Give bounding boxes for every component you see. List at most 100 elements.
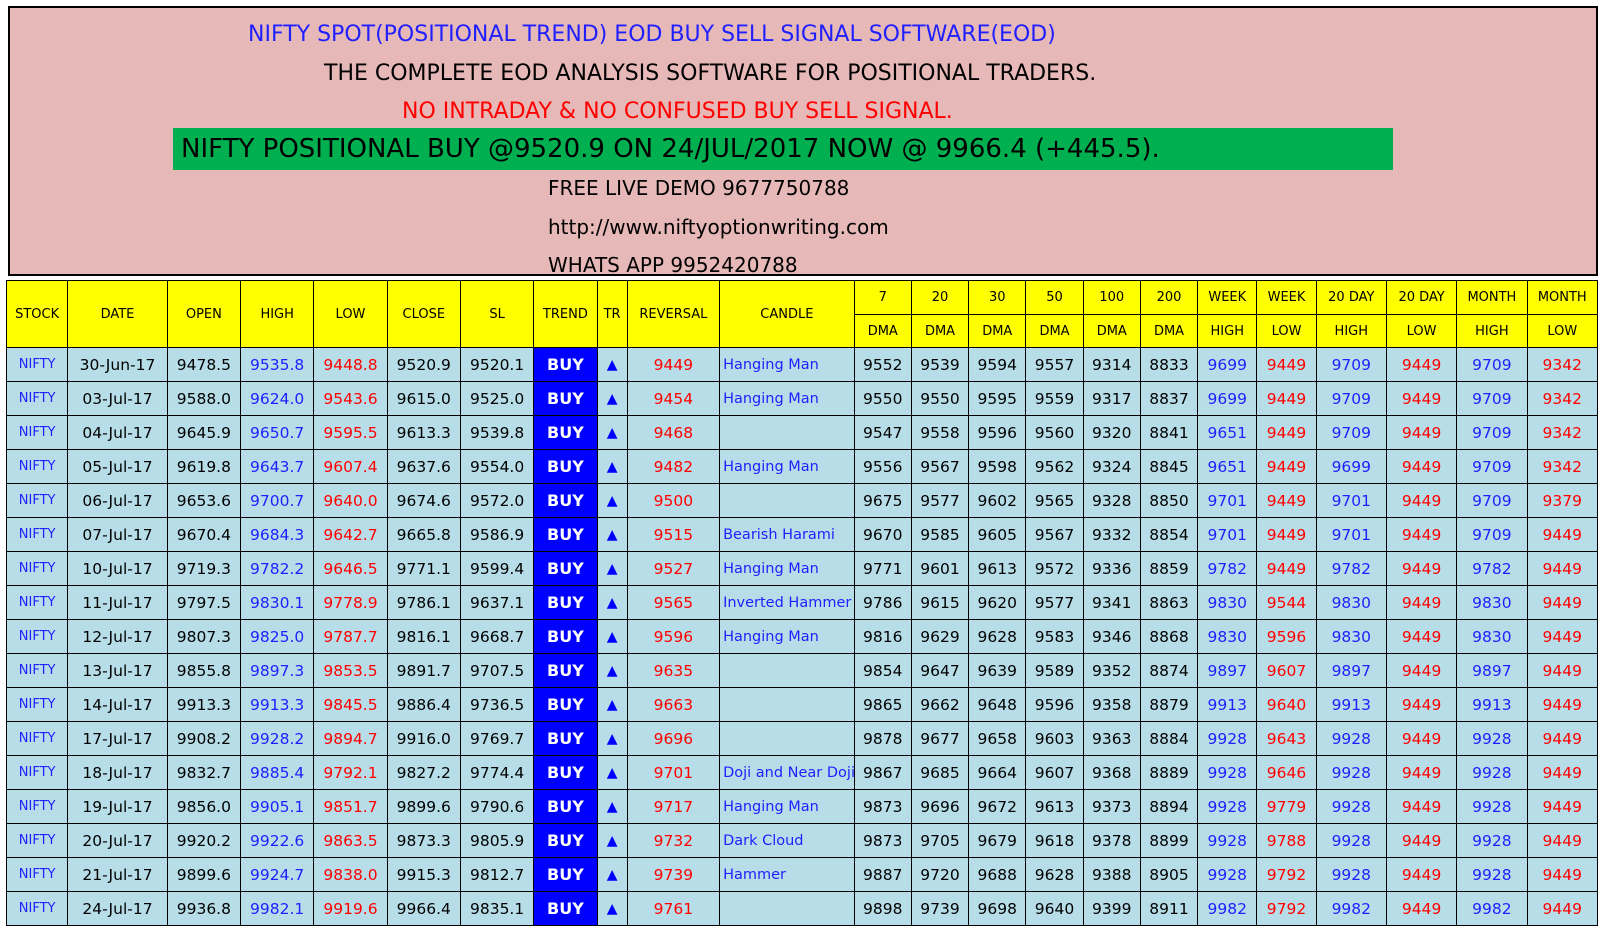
- cell-sl: 9774.4: [459, 755, 535, 790]
- cell-tr-arrow: ▲: [596, 585, 628, 620]
- cell-date: 30-Jun-17: [67, 347, 168, 382]
- cell-month-high: 9928: [1456, 755, 1528, 790]
- cell-dma200: 8833: [1139, 347, 1199, 382]
- cell-month-low: 9449: [1526, 653, 1599, 688]
- cell-dma30: 9620: [968, 585, 1027, 620]
- cell-date: 24-Jul-17: [67, 891, 168, 926]
- cell-tr-arrow: ▲: [596, 721, 628, 756]
- cell-sl: 9520.1: [459, 347, 535, 382]
- cell-month-high: 9709: [1456, 483, 1528, 518]
- cell-close: 9816.1: [386, 619, 461, 654]
- cell-dma7: 9854: [853, 653, 912, 688]
- cell-dma7: 9786: [853, 585, 912, 620]
- cell-sl: 9539.8: [459, 415, 535, 450]
- cell-stock: NIFTY: [5, 381, 69, 416]
- cell-month-low: 9449: [1526, 721, 1599, 756]
- cell-dma200: 8894: [1139, 789, 1199, 824]
- cell-sl: 9707.5: [459, 653, 535, 688]
- col-month-high-top: MONTH: [1456, 280, 1528, 315]
- cell-stock: NIFTY: [5, 585, 69, 620]
- cell-dma100: 9373: [1082, 789, 1141, 824]
- cell-close: 9827.2: [386, 755, 461, 790]
- cell-stock: NIFTY: [5, 823, 69, 858]
- cell-tr-arrow: ▲: [596, 755, 628, 790]
- cell-sl: 9805.9: [459, 823, 535, 858]
- cell-dma7: 9771: [853, 551, 912, 586]
- cell-week-high: 9928: [1197, 755, 1258, 790]
- cell-week-low: 9792: [1256, 891, 1317, 926]
- cell-month-high: 9709: [1456, 347, 1528, 382]
- cell-20day-low: 9449: [1385, 585, 1458, 620]
- cell-dma50: 9572: [1025, 551, 1084, 586]
- cell-close: 9916.0: [386, 721, 461, 756]
- cell-sl: 9599.4: [459, 551, 535, 586]
- cell-dma200: 8868: [1139, 619, 1199, 654]
- cell-trend: BUY: [533, 619, 598, 654]
- col-dma7-top: 7: [853, 280, 912, 315]
- cell-high: 9535.8: [240, 347, 315, 382]
- col-stock: STOCK: [5, 280, 69, 348]
- cell-dma30: 9664: [968, 755, 1027, 790]
- cell-low: 9642.7: [313, 517, 388, 552]
- cell-reversal: 9449: [626, 347, 721, 382]
- cell-dma50: 9562: [1025, 449, 1084, 484]
- cell-reversal: 9696: [626, 721, 721, 756]
- cell-dma100: 9368: [1082, 755, 1141, 790]
- cell-dma100: 9388: [1082, 857, 1141, 892]
- table-row: NIFTY 06-Jul-17 9653.6 9700.7 9640.0 9674.6 95…: [5, 483, 1599, 518]
- cell-month-high: 9982: [1456, 891, 1528, 926]
- cell-stock: NIFTY: [5, 891, 69, 926]
- cell-20day-high: 9782: [1315, 551, 1387, 586]
- cell-tr-arrow: ▲: [596, 449, 628, 484]
- table-row: NIFTY 21-Jul-17 9899.6 9924.7 9838.0 9915.3 98…: [5, 857, 1599, 892]
- cell-week-low: 9449: [1256, 517, 1317, 552]
- cell-date: 05-Jul-17: [67, 449, 168, 484]
- cell-20day-low: 9449: [1385, 551, 1458, 586]
- cell-low: 9845.5: [313, 687, 388, 722]
- cell-candle: [719, 415, 855, 450]
- cell-week-high: 9897: [1197, 653, 1258, 688]
- header-banner: NIFTY SPOT(POSITIONAL TREND) EOD BUY SEL…: [8, 6, 1598, 277]
- cell-stock: NIFTY: [5, 755, 69, 790]
- cell-dma20: 9677: [910, 721, 970, 756]
- cell-20day-low: 9449: [1385, 619, 1458, 654]
- cell-dma200: 8841: [1139, 415, 1199, 450]
- cell-20day-high: 9897: [1315, 653, 1387, 688]
- col-candle: CANDLE: [719, 280, 855, 348]
- cell-trend: BUY: [533, 789, 598, 824]
- cell-trend: BUY: [533, 415, 598, 450]
- cell-open: 9670.4: [166, 517, 242, 552]
- cell-20day-low: 9449: [1385, 449, 1458, 484]
- cell-dma30: 9688: [968, 857, 1027, 892]
- cell-reversal: 9739: [626, 857, 721, 892]
- cell-week-high: 9701: [1197, 483, 1258, 518]
- cell-trend: BUY: [533, 347, 598, 382]
- cell-tr-arrow: ▲: [596, 347, 628, 382]
- signal-table: STOCK DATE OPEN HIGH LOW CLOSE SL TREND …: [5, 280, 1599, 926]
- cell-dma200: 8905: [1139, 857, 1199, 892]
- col-week-high-sub: HIGH: [1197, 314, 1258, 348]
- cell-week-high: 9928: [1197, 789, 1258, 824]
- table-row: NIFTY 04-Jul-17 9645.9 9650.7 9595.5 9613.3 95…: [5, 415, 1599, 450]
- cell-month-low: 9449: [1526, 789, 1599, 824]
- cell-tr-arrow: ▲: [596, 857, 628, 892]
- cell-dma30: 9658: [968, 721, 1027, 756]
- cell-month-low: 9342: [1526, 449, 1599, 484]
- cell-high: 9624.0: [240, 381, 315, 416]
- cell-close: 9771.1: [386, 551, 461, 586]
- cell-20day-high: 9830: [1315, 619, 1387, 654]
- col-high: HIGH: [240, 280, 315, 348]
- banner-warning: NO INTRADAY & NO CONFUSED BUY SELL SIGNA…: [402, 99, 953, 124]
- col-trend: TREND: [533, 280, 598, 348]
- website-url[interactable]: http://www.niftyoptionwriting.com: [548, 215, 889, 239]
- cell-low: 9838.0: [313, 857, 388, 892]
- cell-dma30: 9628: [968, 619, 1027, 654]
- cell-month-high: 9928: [1456, 721, 1528, 756]
- cell-dma20: 9629: [910, 619, 970, 654]
- cell-20day-low: 9449: [1385, 381, 1458, 416]
- signal-table-container: STOCK DATE OPEN HIGH LOW CLOSE SL TREND …: [5, 280, 1599, 926]
- cell-open: 9855.8: [166, 653, 242, 688]
- cell-dma50: 9640: [1025, 891, 1084, 926]
- cell-open: 9645.9: [166, 415, 242, 450]
- cell-week-low: 9643: [1256, 721, 1317, 756]
